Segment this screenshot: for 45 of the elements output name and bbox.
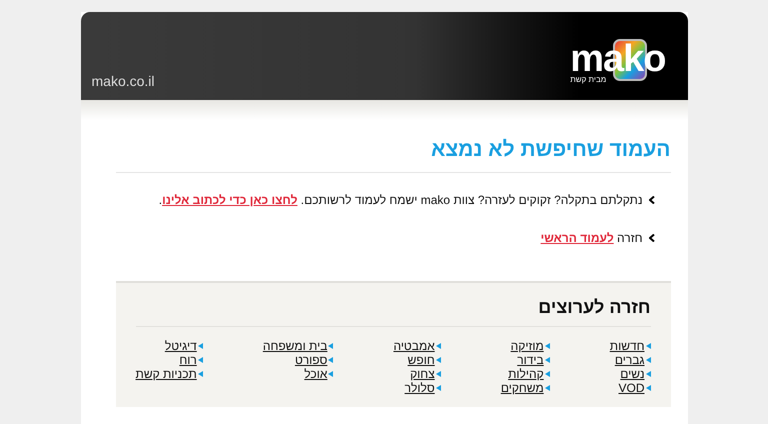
arrow-icon	[544, 357, 550, 363]
bullet-icon	[648, 196, 654, 204]
page-title: העמוד שחיפשת לא נמצא	[430, 138, 670, 162]
channel-link[interactable]: גברים	[614, 353, 644, 367]
channel-link[interactable]: תכניות קשת	[136, 367, 197, 381]
channel-link[interactable]: חופש	[408, 353, 435, 367]
channel-link[interactable]: בידור	[517, 353, 544, 367]
arrow-icon	[436, 385, 441, 391]
message-link[interactable]: לחצו כאן כדי לכתוב אלינו	[162, 193, 298, 207]
channel-link[interactable]: סלולר	[404, 381, 435, 395]
arrow-icon	[328, 371, 334, 377]
channel-link[interactable]: צחוק	[410, 367, 435, 381]
channel-link[interactable]: קהילות	[508, 367, 544, 381]
arrow-icon	[646, 385, 650, 391]
arrow-icon	[646, 371, 650, 377]
arrow-icon	[436, 371, 441, 377]
arrow-icon	[198, 343, 203, 349]
arrow-icon	[544, 371, 550, 377]
arrow-icon	[198, 357, 203, 363]
channel-link[interactable]: חדשות	[610, 339, 644, 353]
arrow-icon	[646, 343, 650, 349]
arrow-icon	[328, 357, 334, 363]
channels-heading: חזרה לערוצים	[537, 297, 650, 318]
site-url: mako.co.il	[92, 73, 155, 89]
arrow-icon	[544, 385, 550, 391]
channel-link[interactable]: רוח	[179, 353, 197, 367]
arrow-icon	[328, 343, 334, 349]
message-text: חזרה לעמוד הראשי	[540, 231, 642, 245]
arrow-icon	[646, 357, 650, 363]
channel-link[interactable]: נשים	[620, 367, 644, 381]
channel-link[interactable]: VOD	[618, 381, 644, 395]
channel-link[interactable]: ספורט	[294, 353, 328, 367]
channel-link[interactable]: דיגיטל	[164, 339, 197, 353]
arrow-icon	[436, 343, 441, 349]
channel-link[interactable]: משחקים	[500, 381, 544, 395]
arrow-icon	[198, 371, 203, 377]
channel-link[interactable]: בית ומשפחה	[262, 339, 328, 353]
channel-link[interactable]: מוזיקה	[510, 339, 544, 353]
message-text: נתקלתם בתקלה? זקוקים לעזרה? צוות mako ישמח לעמוד לרשותכם. לחצו כאן כדי לכתוב אלינו.	[158, 193, 642, 207]
bullet-icon	[648, 234, 654, 242]
arrow-icon	[544, 343, 550, 349]
message-link[interactable]: לעמוד הראשי	[540, 231, 614, 245]
channel-link[interactable]: אמבטיה	[393, 339, 435, 353]
arrow-icon	[436, 357, 441, 363]
channel-link[interactable]: אוכל	[304, 367, 328, 381]
